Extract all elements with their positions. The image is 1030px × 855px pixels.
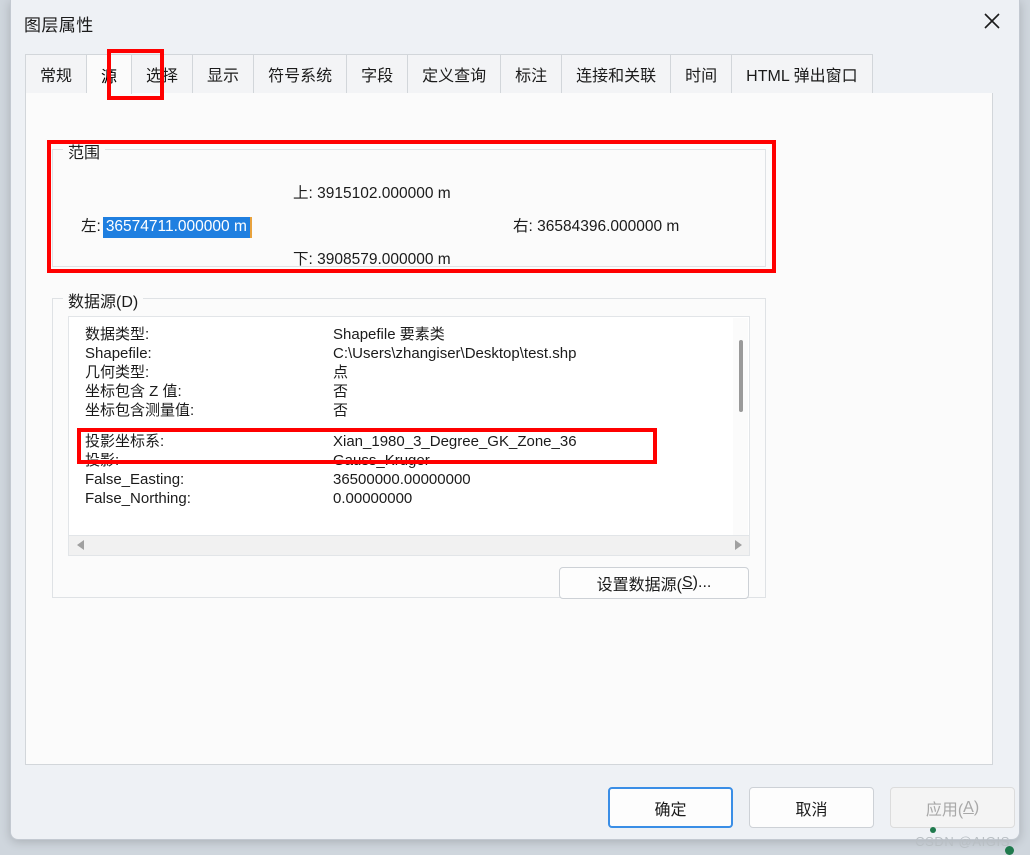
- tab-label: 符号系统: [268, 68, 333, 85]
- datasource-row: Shapefile: C:\Users\zhangiser\Desktop\tes…: [85, 344, 725, 363]
- datasource-row: 投影坐标系: Xian_1980_3_Degree_GK_Zone_36: [85, 432, 725, 451]
- datasource-row-value: 0.00000000: [333, 490, 413, 507]
- datasource-row-value: Xian_1980_3_Degree_GK_Zone_36: [333, 433, 577, 450]
- tab-label: 显示: [207, 68, 240, 85]
- close-icon[interactable]: [969, 2, 1015, 40]
- triangle-left-icon[interactable]: [71, 536, 89, 554]
- vertical-scrollbar[interactable]: [733, 318, 748, 535]
- datasource-row-key: False_Northing:: [85, 490, 191, 507]
- tab-bar: 常规 源 选择 显示 符号系统 字段 定义查询 标注 连接和关联 时间 HTML 弹出窗口: [25, 54, 993, 94]
- cancel-button[interactable]: 取消: [749, 787, 874, 828]
- datasource-row-value: Gauss_Kruger: [333, 452, 430, 469]
- datasource-row-value: C:\Users\zhangiser\Desktop\test.shp: [333, 345, 577, 362]
- vertical-scrollbar-thumb[interactable]: [739, 340, 743, 412]
- datasource-row-value: 否: [333, 383, 349, 400]
- set-data-source-button[interactable]: 设置数据源(S)...: [559, 567, 749, 599]
- watermark-dot-large: [1005, 846, 1014, 855]
- datasource-row-spacer: [85, 420, 725, 432]
- horizontal-scrollbar[interactable]: [68, 536, 750, 556]
- datasource-row-value: Shapefile 要素类: [333, 326, 445, 343]
- datasource-row-key: Shapefile:: [85, 345, 152, 362]
- extent-group-label: 范围: [63, 139, 106, 163]
- tab-5[interactable]: 字段: [347, 54, 409, 93]
- desktop-backdrop: 图层属性 常规 源 选择 显示 符号系统 字段 定义查询 标注 连接和关联 时间 HTML 弹出窗口…: [0, 0, 1030, 855]
- tab-2[interactable]: 选择: [132, 54, 194, 93]
- watermark-text: CSDN @AIGIS: [915, 834, 1010, 849]
- tab-4[interactable]: 符号系统: [254, 54, 348, 93]
- tab-1[interactable]: 源: [87, 54, 133, 94]
- ok-button-label: 确定: [654, 801, 687, 819]
- apply-mnemonic: A: [963, 798, 974, 816]
- extent-right-value: 36584396.000000 m: [537, 218, 680, 235]
- tab-10[interactable]: HTML 弹出窗口: [732, 54, 873, 93]
- datasource-row-key: False_Easting:: [85, 471, 185, 488]
- tab-label: HTML 弹出窗口: [746, 68, 858, 85]
- tab-content-source: 范围 上: 3915102.000000 m 左: 36574711.000000…: [25, 93, 993, 765]
- page-title: 图层属性: [24, 16, 94, 35]
- apply-label-before: 应用(: [925, 801, 964, 819]
- datasource-rows: 数据类型: Shapefile 要素类 Shapefile: C:\Users\zha…: [85, 325, 725, 508]
- datasource-property-list[interactable]: 数据类型: Shapefile 要素类 Shapefile: C:\Users\zha…: [68, 316, 750, 536]
- extent-bottom-value: 3908579.000000 m: [317, 251, 451, 268]
- set-data-source-label-before: 设置数据源(: [596, 577, 682, 594]
- tab-0[interactable]: 常规: [25, 54, 88, 93]
- ok-button[interactable]: 确定: [608, 787, 733, 828]
- layer-properties-dialog: 图层属性 常规 源 选择 显示 符号系统 字段 定义查询 标注 连接和关联 时间 HTML 弹出窗口…: [10, 0, 1020, 840]
- extent-bottom-row: 下: 3908579.000000 m: [293, 247, 451, 269]
- datasource-row-key: 投影坐标系:: [85, 433, 165, 450]
- datasource-row: 数据类型: Shapefile 要素类: [85, 325, 725, 344]
- datasource-row-key: 投影:: [85, 452, 120, 469]
- extent-top-row: 上: 3915102.000000 m: [293, 181, 451, 203]
- tab-label: 源: [101, 68, 118, 86]
- datasource-row-key: 数据类型:: [85, 326, 150, 343]
- extent-left-row: 左: 36574711.000000 m: [81, 214, 252, 238]
- cancel-button-label: 取消: [795, 801, 828, 819]
- apply-button[interactable]: 应用(A): [890, 787, 1015, 828]
- datasource-row-key: 坐标包含测量值:: [85, 402, 195, 419]
- extent-right-label: 右:: [513, 218, 533, 235]
- datasource-row-key: 坐标包含 Z 值:: [85, 383, 182, 400]
- datasource-row: 坐标包含测量值: 否: [85, 401, 725, 420]
- extent-bottom-label: 下:: [293, 251, 313, 268]
- tab-label: 定义查询: [422, 68, 487, 85]
- datasource-row-key: 几何类型:: [85, 364, 150, 381]
- datasource-row-value: 点: [333, 364, 349, 381]
- tab-3[interactable]: 显示: [193, 54, 255, 93]
- title-bar: 图层属性: [11, 0, 1019, 44]
- watermark-dot-small: [930, 827, 936, 833]
- datasource-row: 投影: Gauss_Kruger: [85, 451, 725, 470]
- tab-label: 标注: [515, 68, 548, 85]
- tab-label: 时间: [685, 68, 718, 85]
- extent-top-value: 3915102.000000 m: [317, 185, 451, 202]
- datasource-group: 数据源(D) 数据类型: Shapefile 要素类 Shapefile: C:\Us…: [52, 288, 766, 599]
- set-data-source-label-after: )...: [692, 574, 712, 591]
- extent-group: 范围 上: 3915102.000000 m 左: 36574711.000000…: [52, 139, 766, 269]
- datasource-row-value: 否: [333, 402, 349, 419]
- datasource-row: False_Easting: 36500000.00000000: [85, 470, 725, 489]
- tab-label: 常规: [40, 68, 73, 85]
- extent-left-label: 左:: [81, 218, 101, 235]
- datasource-row-value: 36500000.00000000: [333, 471, 471, 488]
- tab-label: 连接和关联: [576, 68, 657, 85]
- datasource-group-label: 数据源(D): [63, 288, 144, 312]
- extent-left-input[interactable]: 36574711.000000 m: [102, 217, 252, 238]
- datasource-row: 几何类型: 点: [85, 363, 725, 382]
- datasource-row: False_Northing: 0.00000000: [85, 489, 725, 508]
- extent-top-label: 上:: [293, 185, 313, 202]
- tab-label: 选择: [146, 68, 179, 85]
- apply-label-after: ): [973, 798, 980, 816]
- tab-label: 字段: [361, 68, 394, 85]
- datasource-row: 坐标包含 Z 值: 否: [85, 382, 725, 401]
- tab-9[interactable]: 时间: [671, 54, 733, 93]
- tab-8[interactable]: 连接和关联: [562, 54, 672, 93]
- extent-right-row: 右: 36584396.000000 m: [513, 214, 679, 236]
- tab-7[interactable]: 标注: [501, 54, 563, 93]
- tab-6[interactable]: 定义查询: [408, 54, 502, 93]
- set-data-source-mnemonic: S: [682, 574, 693, 591]
- triangle-right-icon[interactable]: [729, 536, 747, 554]
